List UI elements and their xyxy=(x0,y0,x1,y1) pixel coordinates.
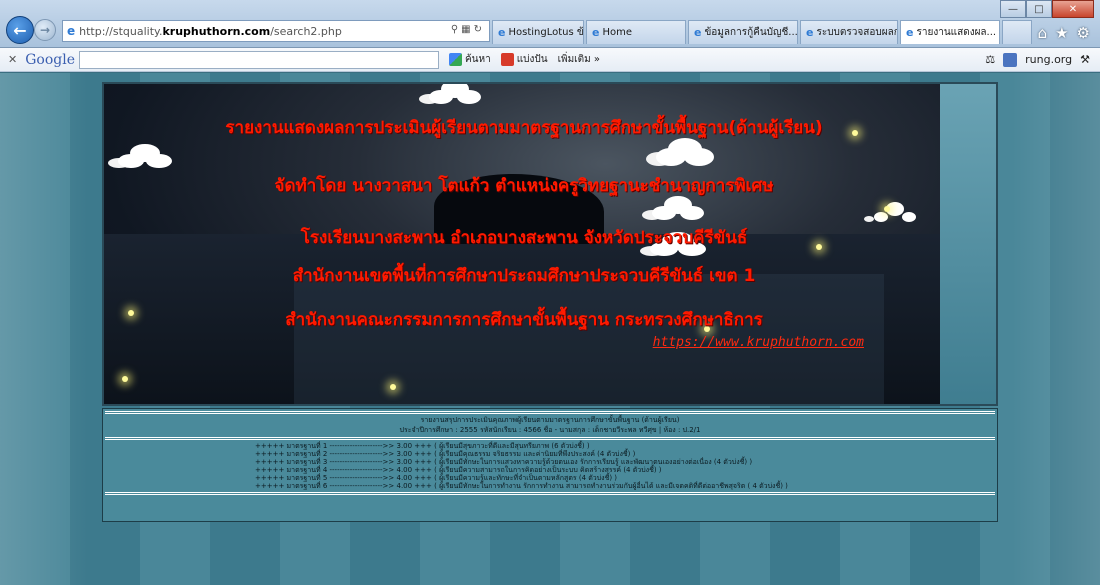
cloud-graphic xyxy=(656,148,686,166)
more-button[interactable]: เพิ่มเติม » xyxy=(558,52,600,67)
google-search-input[interactable] xyxy=(78,50,439,69)
report-student-info: ประจำปีการศึกษา : 2555 รหัสนักเรียน : 45… xyxy=(399,426,701,434)
banner-area-office: สำนักงานเขตพื้นที่การศึกษาประถมศึกษาประจ… xyxy=(292,266,756,286)
standard-row: +++++ มาตรฐานที่ 5 ---------------------… xyxy=(255,474,618,482)
standard-row: +++++ มาตรฐานที่ 4 ---------------------… xyxy=(255,466,662,474)
ie-tab-icon: e xyxy=(694,26,702,39)
ie-tab-icon: e xyxy=(806,26,814,39)
standards-list: +++++ มาตรฐานที่ 1 ---------------------… xyxy=(103,442,997,490)
tab-check-system[interactable]: e ระบบตรวจสอบผลกา... xyxy=(800,20,898,44)
share-icon xyxy=(500,53,514,66)
banner-author: จัดทำโดย นางวาสนา โตแก้ว ตำแหน่งครูวิทยฐ… xyxy=(274,176,774,196)
website-link[interactable]: https://www.kruphuthorn.com xyxy=(653,335,864,350)
compat-icon[interactable]: ▦ xyxy=(461,24,473,35)
banner-school: โรงเรียนบางสะพาน อำเภอบางสะพาน จังหวัดปร… xyxy=(300,228,748,248)
firefly-graphic xyxy=(390,384,396,390)
google-logo: Google xyxy=(25,51,75,68)
standard-row: +++++ มาตรฐานที่ 1 ---------------------… xyxy=(255,442,590,450)
banner-commission: สำนักงานคณะกรรมการการศึกษาขั้นพื้นฐาน กร… xyxy=(285,310,763,330)
divider xyxy=(105,492,995,495)
minimize-button[interactable]: — xyxy=(1000,0,1026,18)
google-toolbar: ✕ Google ค้นหา แบ่งปัน เพิ่มเติม » ⚖ run… xyxy=(0,48,1100,72)
share-button[interactable]: แบ่งปัน xyxy=(500,52,548,67)
google-search-icon xyxy=(448,53,462,66)
back-button[interactable]: ← xyxy=(6,16,34,44)
arrow-right-icon: → xyxy=(39,23,51,37)
ie-page-icon: e xyxy=(67,24,76,38)
firefly-graphic xyxy=(122,376,128,382)
tab-label: ระบบตรวจสอบผลกา... xyxy=(816,27,897,38)
ie-tab-icon: e xyxy=(906,26,914,39)
divider xyxy=(105,411,995,414)
home-icon[interactable]: ⌂ xyxy=(1038,24,1048,42)
cloud-graphic xyxy=(652,206,676,220)
gear-icon[interactable]: ⚙ xyxy=(1077,24,1090,42)
maximize-button[interactable]: □ xyxy=(1026,0,1052,18)
window-controls: — □ ✕ xyxy=(1000,0,1094,18)
google-search-button[interactable]: ค้นหา xyxy=(448,52,491,67)
ie-tab-icon: e xyxy=(592,26,600,39)
tab-hostinglotus[interactable]: e HostingLotus ข้อมู... xyxy=(492,20,584,44)
bell-icon[interactable]: ⚖ xyxy=(985,53,995,66)
forward-button[interactable]: → xyxy=(34,19,56,41)
url-host: kruphuthorn.com xyxy=(162,24,271,38)
tab-account-recovery[interactable]: e ข้อมูลการกู้คืนบัญชี... xyxy=(688,20,798,44)
tab-label: Home xyxy=(602,27,632,38)
close-toolbar-icon[interactable]: ✕ xyxy=(8,53,17,66)
wrench-icon[interactable]: ⚒ xyxy=(1080,53,1090,66)
firefly-graphic xyxy=(884,206,890,212)
banner-title: รายงานแสดงผลการประเมินผู้เรียนตามมาตรฐาน… xyxy=(225,118,823,138)
standard-row: +++++ มาตรฐานที่ 3 ---------------------… xyxy=(255,458,753,466)
report-title: รายงานสรุปการประเมินคุณภาพผู้เรียนตามมาต… xyxy=(420,416,680,424)
standard-row: +++++ มาตรฐานที่ 2 ---------------------… xyxy=(255,450,636,458)
close-window-button[interactable]: ✕ xyxy=(1052,0,1094,18)
tab-label: รายงานแสดงผล... xyxy=(916,27,997,38)
browser-titlebar: ← → e http://stquality. kruphuthorn.com/s… xyxy=(0,0,1100,48)
url-path: /search2.php xyxy=(270,24,342,38)
url-prefix: http://stquality. xyxy=(79,24,163,38)
banner-side-strip xyxy=(940,82,998,406)
star-icon[interactable]: ★ xyxy=(1055,24,1068,42)
chrome-icon-group: ⌂ ★ ⚙ xyxy=(1038,24,1090,42)
divider xyxy=(105,437,995,440)
more-label: เพิ่มเติม » xyxy=(557,54,600,65)
refresh-icon[interactable]: ↻ xyxy=(474,24,485,35)
toolbar-right: ⚖ rung.org ⚒ xyxy=(985,52,1090,67)
arrow-left-icon: ← xyxy=(13,20,27,40)
tab-report[interactable]: e รายงานแสดงผล... ✕ xyxy=(900,20,1000,44)
address-bar[interactable]: e http://stquality. kruphuthorn.com/searc… xyxy=(62,20,490,42)
user-avatar[interactable] xyxy=(1003,52,1018,67)
standard-row: +++++ มาตรฐานที่ 6 ---------------------… xyxy=(255,482,788,490)
search-icon[interactable]: ⚲ xyxy=(451,24,461,35)
cloud-graphic xyxy=(118,154,144,168)
tab-strip: e HostingLotus ข้อมู... e Home e ข้อมูลก… xyxy=(492,20,1032,44)
user-label[interactable]: rung.org xyxy=(1025,53,1072,66)
report-panel: รายงานสรุปการประเมินคุณภาพผู้เรียนตามมาต… xyxy=(102,408,998,522)
header-banner: รายงานแสดงผลการประเมินผู้เรียนตามมาตรฐาน… xyxy=(102,82,942,406)
share-label: แบ่งปัน xyxy=(516,54,548,65)
google-search-label: ค้นหา xyxy=(464,54,491,65)
cloud-graphic xyxy=(429,90,453,104)
tab-home[interactable]: e Home xyxy=(586,20,686,44)
tab-label: ข้อมูลการกู้คืนบัญชี... xyxy=(704,27,798,38)
ie-tab-icon: e xyxy=(498,26,506,39)
new-tab-button[interactable] xyxy=(1002,20,1032,44)
address-tools[interactable]: ⚲▦↻ xyxy=(451,24,485,35)
tab-label: HostingLotus ข้อมู... xyxy=(508,27,584,38)
cloud-graphic xyxy=(874,212,888,222)
